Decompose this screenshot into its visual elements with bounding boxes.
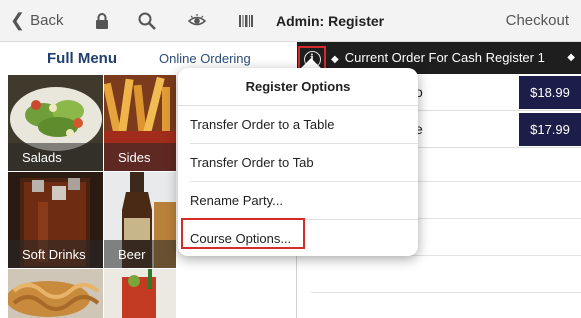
- search-icon[interactable]: [137, 11, 157, 31]
- menu-item-rename-party[interactable]: Rename Party...: [178, 182, 418, 219]
- menu-tile-desserts[interactable]: [8, 269, 103, 318]
- highlight-box: [181, 218, 305, 249]
- menu-tile-soft-drinks[interactable]: Soft Drinks: [8, 172, 103, 268]
- menu-tile-sides[interactable]: Sides: [104, 75, 176, 171]
- chevron-left-icon: ❮: [10, 10, 26, 30]
- menu-tile-beer[interactable]: Beer: [104, 172, 176, 268]
- tile-label: Beer: [104, 240, 176, 268]
- dessert-image: [8, 269, 103, 318]
- order-item-price: $18.99: [519, 76, 581, 109]
- tile-label: Soft Drinks: [8, 240, 103, 268]
- order-title: ◆ Current Order For Cash Register 1: [331, 50, 545, 65]
- cocktail-image: [104, 269, 176, 318]
- diamond-icon: ◆: [567, 52, 575, 63]
- tab-online-ordering[interactable]: Online Ordering: [159, 51, 251, 66]
- page-title: Admin: Register: [276, 13, 385, 29]
- tab-full-menu[interactable]: Full Menu: [47, 50, 117, 67]
- back-button[interactable]: ❮ Back: [10, 10, 64, 30]
- empty-order-row: [311, 292, 581, 293]
- tile-label: Salads: [8, 143, 103, 171]
- eye-icon[interactable]: [187, 11, 207, 31]
- back-label: Back: [30, 12, 64, 29]
- tile-label: Sides: [104, 143, 176, 171]
- top-bar: ❮ Back Admin: Register Checkout: [0, 0, 581, 42]
- diamond-icon: ◆: [331, 54, 339, 65]
- order-item-price: $17.99: [519, 113, 581, 146]
- menu-tile-salads[interactable]: Salads: [8, 75, 103, 171]
- checkout-button[interactable]: Checkout: [506, 12, 569, 29]
- menu-tile-cocktails[interactable]: [104, 269, 176, 318]
- menu-item-transfer-to-tab[interactable]: Transfer Order to Tab: [178, 144, 418, 181]
- register-options-popover: Register Options Transfer Order to a Tab…: [178, 68, 418, 256]
- order-title-text: Current Order For Cash Register 1: [344, 50, 545, 65]
- barcode-icon[interactable]: [236, 11, 256, 31]
- lock-icon[interactable]: [92, 11, 112, 31]
- menu-item-transfer-to-table[interactable]: Transfer Order to a Table: [178, 106, 418, 143]
- popover-title: Register Options: [178, 68, 418, 106]
